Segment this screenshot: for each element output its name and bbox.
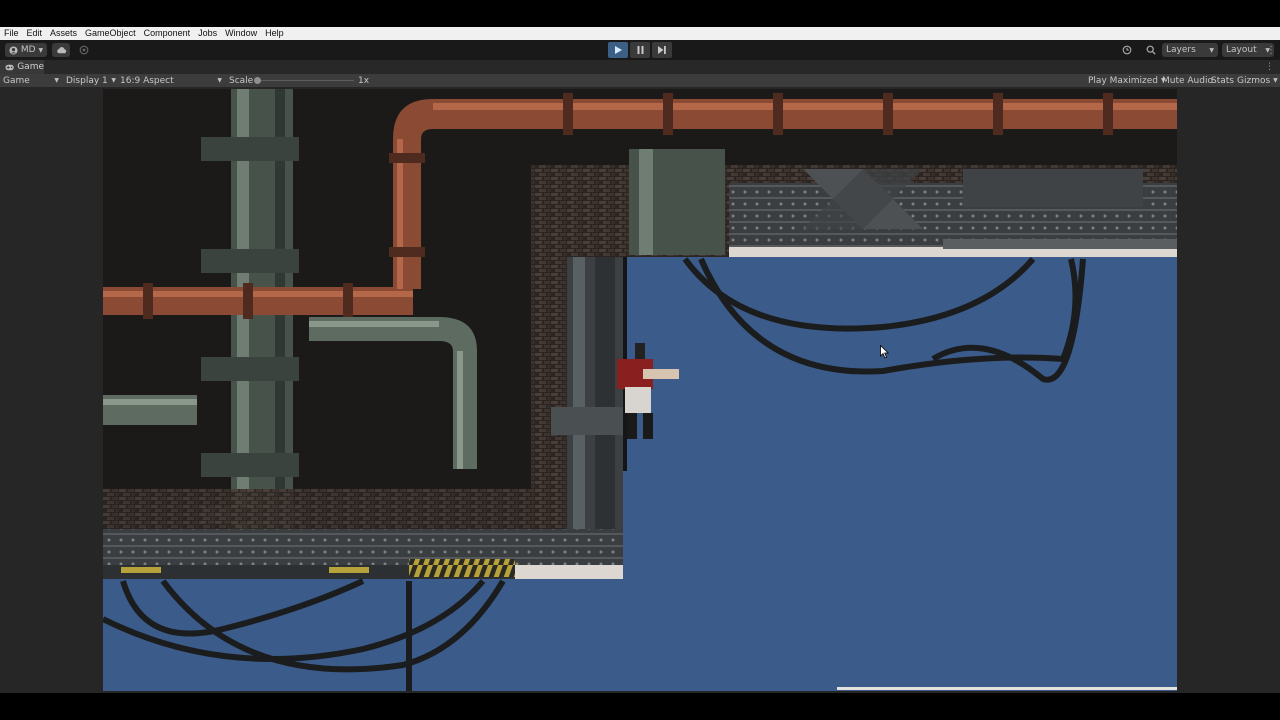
floor-platform [103, 529, 623, 579]
menu-help[interactable]: Help [265, 27, 284, 40]
play-mode-dropdown[interactable]: Play Maximized ▼ [1088, 74, 1166, 87]
game-view [0, 87, 1280, 693]
aspect-dropdown[interactable]: 16:9 Aspect ▼ [120, 74, 222, 87]
game-canvas[interactable] [103, 89, 1177, 691]
more-icon[interactable]: ⋮ [1266, 42, 1276, 58]
layers-dropdown[interactable]: Layers ▼ [1162, 43, 1218, 57]
pause-icon [637, 46, 643, 54]
account-label: MD [20, 45, 36, 55]
menu-jobs[interactable]: Jobs [198, 27, 217, 40]
scale-label: Scale [229, 75, 254, 86]
menu-assets[interactable]: Assets [50, 27, 77, 40]
menu-window[interactable]: Window [225, 27, 257, 40]
chevron-down-icon: ▼ [111, 77, 116, 84]
mouse-cursor-icon [880, 345, 890, 359]
chevron-down-icon: ▼ [1273, 77, 1278, 84]
layers-label: Layers [1166, 45, 1196, 55]
game-view-toolbar: Game ▼ Display 1 ▼ 16:9 Aspect ▼ Scale 1… [0, 74, 1280, 87]
display-label: Display 1 [66, 75, 108, 86]
step-icon [658, 46, 666, 54]
account-icon [9, 45, 18, 55]
search-button[interactable] [1142, 43, 1160, 57]
play-icon [614, 46, 622, 54]
menu-bar: File Edit Assets GameObject Component Jo… [0, 27, 1280, 40]
playback-controls [608, 42, 672, 58]
display-dropdown[interactable]: Display 1 ▼ [66, 74, 116, 87]
scale-slider-track[interactable] [256, 80, 354, 81]
chevron-down-icon: ▼ [38, 46, 44, 54]
pause-button[interactable] [630, 42, 650, 58]
account-button[interactable]: MD ▼ [5, 43, 47, 57]
menu-gameobject[interactable]: GameObject [85, 27, 136, 40]
layout-label: Layout [1226, 45, 1257, 55]
history-icon [1122, 45, 1132, 55]
tab-header: Game ⋮ [0, 60, 1280, 74]
mute-audio-toggle[interactable]: Mute Audio [1162, 74, 1213, 87]
ceiling-structure [531, 149, 1177, 257]
stats-toggle[interactable]: Stats [1211, 74, 1234, 87]
undo-history-button[interactable] [1118, 43, 1136, 57]
floor-edge-strip [837, 687, 1177, 690]
more-icon[interactable]: ⋮ [1265, 60, 1274, 74]
letterbox-top [0, 0, 1280, 27]
gizmos-dropdown[interactable]: Gizmos ▼ [1237, 74, 1278, 87]
tab-game[interactable]: Game [0, 60, 44, 74]
search-icon [1146, 45, 1156, 55]
chevron-down-icon: ▼ [54, 77, 59, 84]
main-toolbar: MD ▼ Layers ▼ Layout ▼ ⋮ [0, 40, 1280, 60]
letterbox-bottom [0, 693, 1280, 720]
scale-value: 1x [358, 75, 370, 86]
view-mode-label: Game [3, 75, 30, 86]
aspect-label: 16:9 Aspect [120, 75, 174, 86]
cloud-button[interactable] [52, 43, 70, 57]
step-button[interactable] [652, 42, 672, 58]
gizmos-label: Gizmos [1237, 75, 1271, 86]
tab-game-label: Game [17, 62, 44, 72]
chevron-down-icon: ▼ [217, 77, 222, 84]
scale-slider-handle[interactable] [254, 77, 261, 84]
menu-edit[interactable]: Edit [27, 27, 43, 40]
menu-file[interactable]: File [4, 27, 19, 40]
menu-component[interactable]: Component [144, 27, 191, 40]
play-mode-label: Play Maximized [1088, 75, 1158, 86]
gamepad-icon [5, 64, 14, 70]
view-mode-dropdown[interactable]: Game ▼ [3, 74, 59, 87]
cloud-icon [56, 47, 66, 54]
chevron-down-icon: ▼ [1209, 46, 1214, 54]
play-button[interactable] [608, 42, 628, 58]
collab-icon [79, 45, 89, 55]
collab-button[interactable] [76, 43, 92, 57]
